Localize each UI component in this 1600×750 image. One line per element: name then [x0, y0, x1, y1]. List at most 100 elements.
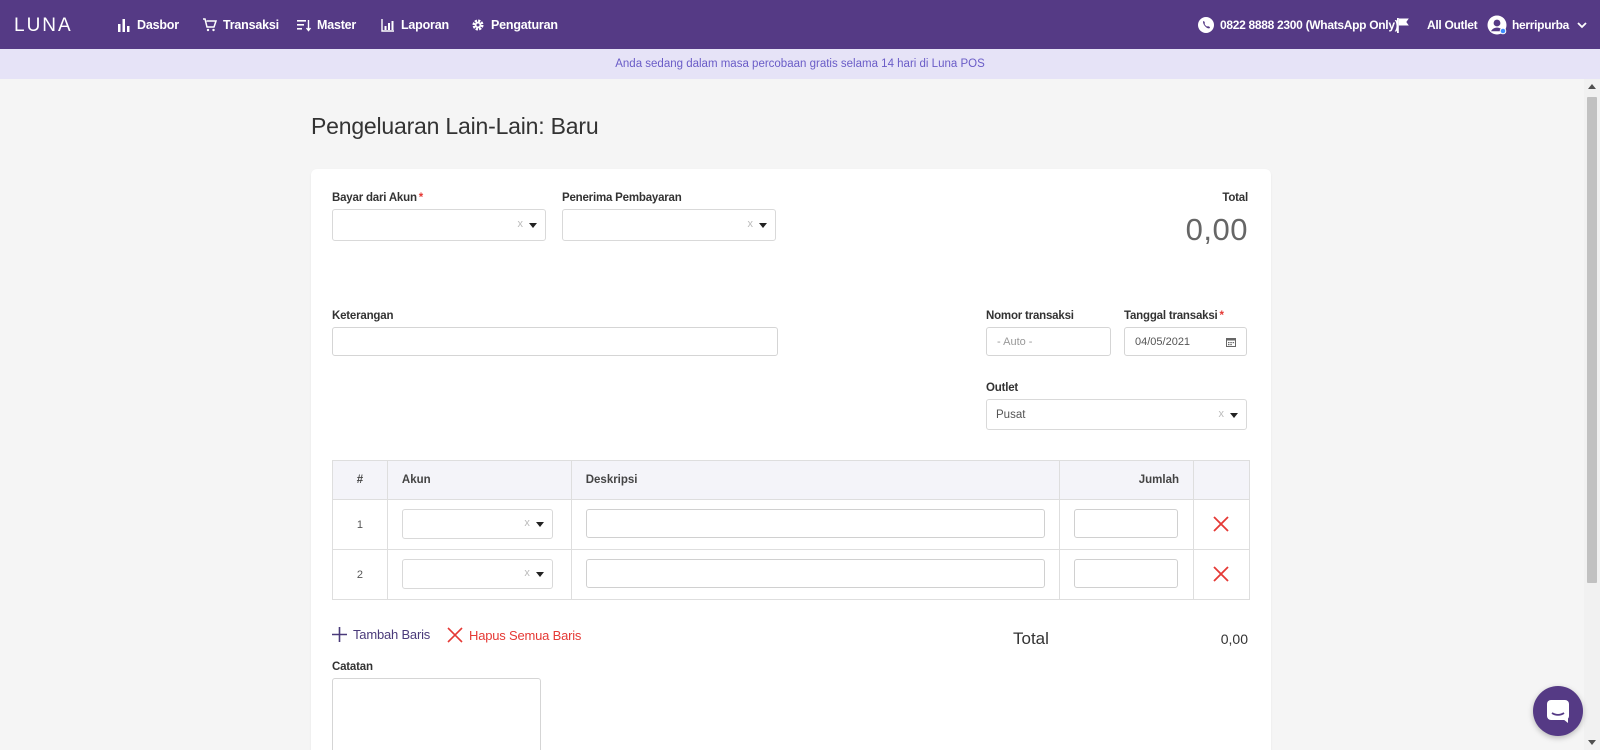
page-scrollbar[interactable] [1584, 79, 1600, 750]
catatan-label: Catatan [332, 661, 373, 673]
catatan-textarea[interactable] [332, 678, 541, 750]
row-description-cell [570, 549, 1061, 600]
total-header-label: Total [1222, 192, 1248, 204]
clear-icon[interactable]: x [748, 218, 754, 230]
delete-row-icon[interactable] [1212, 565, 1230, 583]
description-label: Keterangan [332, 310, 394, 322]
payee-label: Penerima Pembayaran [562, 192, 682, 204]
list-sort-icon [297, 19, 311, 32]
delete-all-label: Hapus Semua Baris [469, 627, 582, 643]
table-row: 2 x [332, 549, 1250, 600]
clear-icon[interactable]: x [524, 567, 530, 579]
summary-total-value: 0,00 [1220, 631, 1248, 647]
scroll-thumb[interactable] [1587, 97, 1597, 583]
required-mark: * [1219, 310, 1224, 322]
col-header-actions [1193, 460, 1250, 500]
txn-number-placeholder: - Auto - [997, 335, 1033, 348]
chat-launcher-button[interactable] [1533, 686, 1583, 736]
trial-banner-text: Anda sedang dalam masa percobaan gratis … [615, 58, 985, 70]
top-navbar: LUNA Dasbor Transaksi Master Laporan Pen… [0, 0, 1600, 49]
txn-date-value: 04/05/2021 [1135, 335, 1191, 348]
delete-all-rows-button[interactable]: Hapus Semua Baris [447, 627, 581, 643]
required-mark: * [418, 192, 424, 204]
gear-icon [472, 19, 484, 30]
row-amount-input[interactable] [1074, 559, 1179, 588]
nav-transaksi[interactable]: Transaksi [202, 0, 279, 49]
payee-select[interactable]: x [562, 209, 776, 241]
pay-from-select[interactable]: x [332, 209, 546, 241]
outlet-label: All Outlet [1427, 17, 1478, 32]
table-row: 1 x [332, 499, 1250, 550]
row-description-input[interactable] [585, 509, 1045, 538]
delete-row-icon[interactable] [1212, 515, 1230, 533]
plus-icon [332, 627, 347, 642]
cart-icon [203, 17, 217, 31]
luna-logo[interactable]: LUNA [14, 14, 88, 36]
col-header-num: # [332, 460, 388, 500]
txn-date-input[interactable]: 04/05/2021 [1124, 327, 1247, 356]
nav-label: Transaksi [223, 17, 279, 32]
row-amount-input[interactable] [1074, 509, 1179, 538]
col-header-description: Deskripsi [570, 460, 1061, 500]
expense-lines-table: # Akun Deskripsi Jumlah 1 x 2 x [332, 460, 1250, 600]
pay-from-label: Bayar dari Akun * [332, 192, 424, 204]
nav-label: Pengaturan [491, 17, 558, 32]
outlet-selector[interactable]: All Outlet [1427, 0, 1478, 49]
table-header-row: # Akun Deskripsi Jumlah [332, 460, 1250, 500]
nav-laporan[interactable]: Laporan [381, 0, 449, 49]
clear-icon[interactable]: x [1219, 408, 1225, 420]
txn-number-label: Nomor transaksi [986, 310, 1074, 322]
nav-pengaturan[interactable]: Pengaturan [471, 0, 558, 49]
caret-down-icon [535, 522, 544, 527]
row-account-select[interactable]: x [401, 509, 553, 539]
txn-number-input[interactable]: - Auto - [986, 327, 1111, 356]
row-number: 2 [332, 549, 388, 600]
nav-label: Laporan [401, 17, 449, 32]
row-actions-cell [1193, 549, 1250, 600]
row-description-cell [570, 499, 1061, 550]
trial-banner: Anda sedang dalam masa percobaan gratis … [0, 49, 1600, 79]
calendar-icon[interactable] [1226, 337, 1236, 347]
outlet-selected-value: Pusat [996, 408, 1026, 421]
row-account-select[interactable]: x [401, 559, 553, 589]
outlet-select[interactable]: Pusat x [986, 399, 1247, 430]
nav-dasbor[interactable]: Dasbor [117, 0, 179, 49]
summary-total-label: Total [1013, 629, 1049, 648]
bar-chart-icon [118, 18, 130, 32]
add-row-label: Tambah Baris [353, 627, 431, 642]
row-amount-cell [1059, 549, 1195, 600]
whatsapp-icon [1198, 16, 1214, 33]
caret-down-icon [1230, 413, 1238, 418]
total-amount: 0,00 [1185, 212, 1248, 247]
row-description-input[interactable] [585, 559, 1045, 588]
row-account-cell: x [386, 499, 572, 550]
page-title: Pengeluaran Lain-Lain: Baru [311, 113, 599, 139]
nav-master[interactable]: Master [297, 0, 356, 49]
flag-button[interactable] [1395, 0, 1416, 49]
clear-icon[interactable]: x [524, 517, 530, 529]
flag-icon [1397, 17, 1409, 33]
add-row-button[interactable]: Tambah Baris [332, 627, 430, 642]
nav-label: Master [317, 17, 357, 32]
col-header-account: Akun [386, 460, 572, 500]
col-header-amount: Jumlah [1059, 460, 1195, 500]
description-input[interactable] [332, 327, 778, 356]
row-amount-cell [1059, 499, 1195, 550]
chat-icon [1547, 700, 1569, 723]
clear-icon[interactable]: x [518, 218, 524, 230]
scroll-up-icon[interactable] [1588, 84, 1596, 89]
caret-down-icon [759, 223, 767, 228]
nav-label: Dasbor [137, 17, 179, 32]
row-actions-cell [1193, 499, 1250, 550]
caret-down-icon [529, 223, 537, 228]
user-menu[interactable]: herripurba [1487, 0, 1593, 49]
outlet-field-label: Outlet [986, 382, 1019, 394]
close-icon [447, 627, 463, 643]
row-number: 1 [332, 499, 388, 550]
whatsapp-contact[interactable]: 0822 8888 2300 (WhatsApp Only) [1197, 0, 1399, 49]
username: herripurba [1512, 17, 1570, 32]
row-account-cell: x [386, 549, 572, 600]
caret-down-icon [535, 572, 544, 577]
svg-text:LUNA: LUNA [14, 15, 73, 34]
scroll-down-icon[interactable] [1588, 740, 1596, 745]
